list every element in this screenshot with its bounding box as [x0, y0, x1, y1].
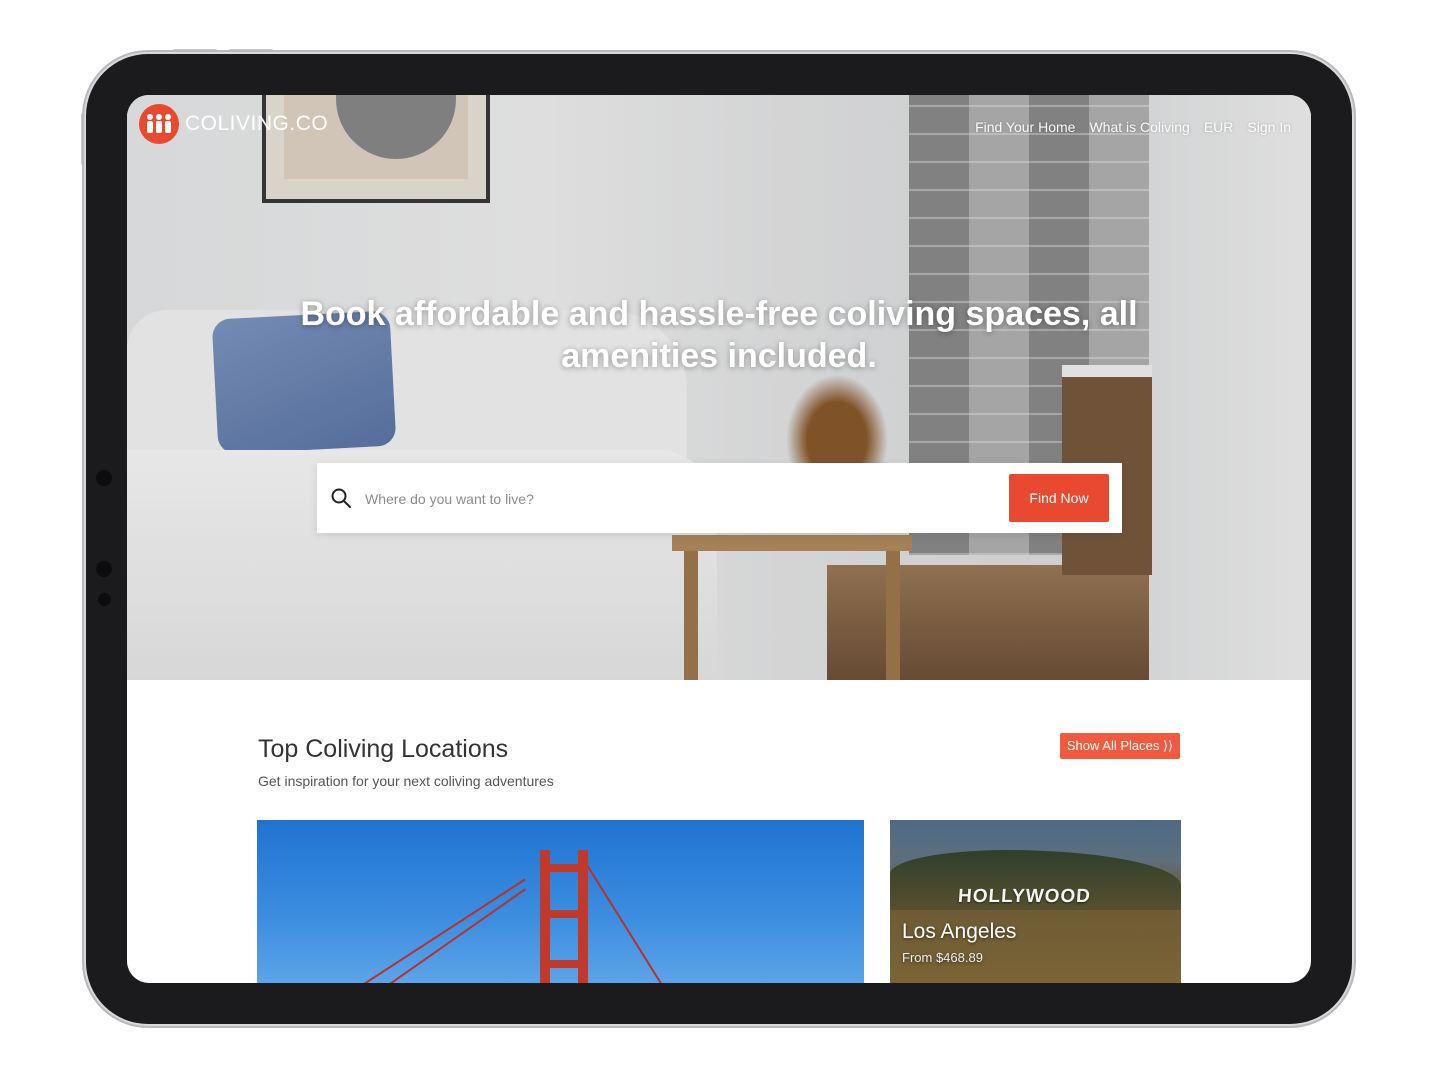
camera-dot	[98, 593, 111, 606]
card-price: From $468.89	[902, 950, 983, 965]
top-nav: Find Your Home What is Coliving EUR Sign…	[975, 119, 1291, 135]
bridge-cable	[581, 856, 684, 983]
browser-screen: COLIVING.CO Find Your Home What is Coliv…	[127, 95, 1311, 983]
nav-find-your-home[interactable]: Find Your Home	[975, 119, 1075, 135]
bridge-cable	[336, 888, 526, 983]
card-city-name: Los Angeles	[902, 920, 1017, 943]
nav-what-is-coliving[interactable]: What is Coliving	[1089, 119, 1189, 135]
location-search-input[interactable]	[363, 485, 967, 513]
camera-dot	[96, 561, 112, 577]
bridge-cable	[306, 878, 526, 983]
section-title: Top Coliving Locations	[258, 735, 509, 763]
location-card-los-angeles[interactable]: HOLLYWOOD Los Angeles From $468.89	[890, 820, 1181, 983]
people-icon	[139, 104, 179, 144]
find-now-button[interactable]: Find Now	[1009, 474, 1109, 522]
nav-sign-in[interactable]: Sign In	[1247, 119, 1291, 135]
show-all-places-button[interactable]: Show All Places ⟩⟩	[1060, 733, 1180, 759]
nav-currency[interactable]: EUR	[1204, 119, 1234, 135]
search-bar: Find Now	[317, 463, 1122, 533]
camera-dot	[96, 470, 112, 486]
hero-headline: Book affordable and hassle-free coliving…	[300, 295, 1138, 375]
golden-gate-bridge-image	[540, 850, 588, 983]
hollywood-sign: HOLLYWOOD	[957, 886, 1092, 907]
brand-logo[interactable]: COLIVING.CO	[139, 104, 328, 144]
location-card-san-francisco[interactable]	[257, 820, 864, 983]
hero-section: COLIVING.CO Find Your Home What is Coliv…	[127, 95, 1311, 680]
search-icon	[331, 488, 351, 508]
brand-name: COLIVING.CO	[185, 112, 329, 135]
section-subtitle: Get inspiration for your next coliving a…	[258, 773, 554, 789]
hero-overlay	[127, 95, 1311, 680]
